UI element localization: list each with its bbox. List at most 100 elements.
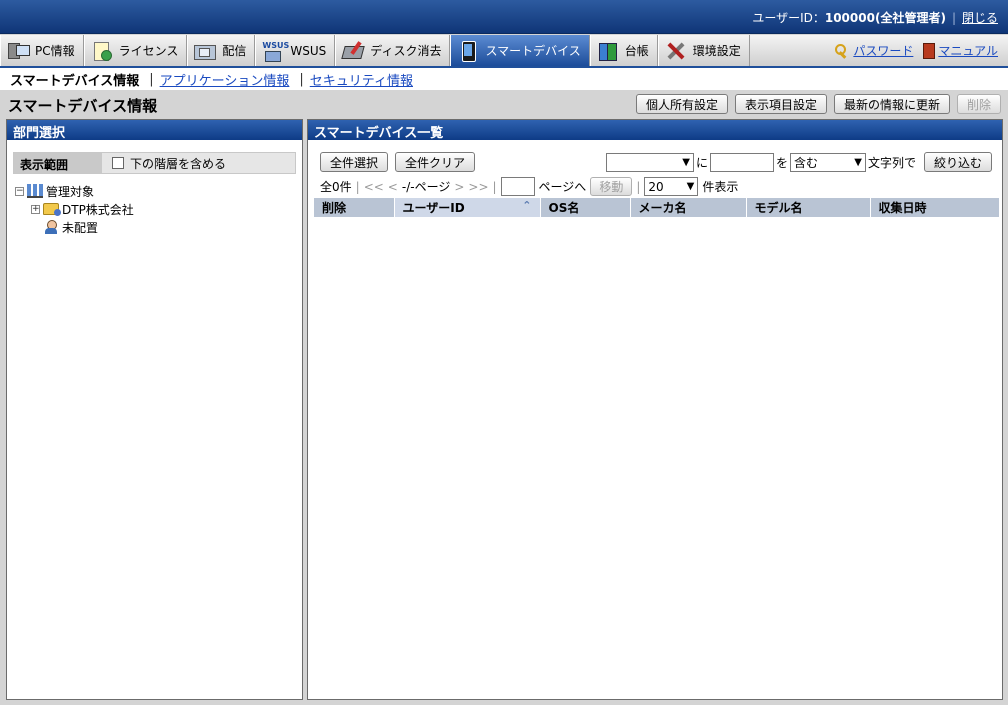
delete-button[interactable]: 削除 [956, 94, 1001, 114]
subnav-divider: | [299, 71, 304, 87]
include-lower-label: 下の階層を含める [130, 156, 227, 171]
folder-icon [43, 203, 61, 216]
tab-label: WSUS [290, 43, 327, 58]
column-maker-name[interactable]: メーカ名 [630, 198, 747, 217]
column-os-name[interactable]: OS名 [540, 198, 631, 217]
department-panel: 部門選択 表示範囲 下の階層を含める − 管理対象 + DTP株式会社 未配置 [6, 119, 303, 700]
move-page-button[interactable]: 移動 [590, 177, 633, 196]
sort-ascending-icon: ⌃ [522, 199, 532, 212]
smart-device-icon [457, 40, 479, 62]
top-header-bar: ユーザーID：100000(全社管理者) | 閉じる [0, 0, 1008, 34]
page-suffix: ページへ [538, 180, 587, 194]
tree-node-root[interactable]: − 管理対象 [15, 182, 302, 200]
page-title: スマートデバイス情報 [8, 97, 158, 115]
unassigned-user-icon [43, 220, 59, 234]
pager-separator: | [492, 179, 497, 194]
department-panel-title: 部門選択 [7, 120, 302, 141]
column-user-id[interactable]: ユーザーID ⌃ [394, 198, 541, 217]
tab-label: ライセンス [118, 44, 179, 58]
chevron-down-icon: ▼ [682, 156, 690, 168]
tab-license[interactable]: ライセンス [83, 35, 188, 66]
tree-node-company[interactable]: + DTP株式会社 [15, 200, 302, 218]
close-link[interactable]: 閉じる [962, 11, 998, 25]
apply-filter-button[interactable]: 絞り込む [923, 152, 992, 172]
filter-match-select[interactable]: 含む ▼ [789, 152, 866, 172]
pager: 全0件 | << < -/-ページ > >> | ページへ 移動 | 20 ▼ … [320, 177, 738, 196]
page-info: -/-ページ [401, 180, 451, 194]
manual-book-icon [923, 42, 936, 59]
tab-distribution[interactable]: 配信 [187, 35, 256, 66]
password-link[interactable]: パスワード [834, 42, 913, 59]
next-page-link[interactable]: > [454, 180, 464, 194]
tab-label: ディスク消去 [370, 44, 442, 58]
tab-wsus[interactable]: WSUS WSUS [255, 35, 336, 66]
manual-link[interactable]: マニュアル [923, 42, 998, 59]
tab-label: PC情報 [35, 44, 75, 58]
last-page-link[interactable]: >> [468, 180, 488, 194]
distribution-icon [194, 41, 217, 61]
refresh-button[interactable]: 最新の情報に更新 [833, 94, 950, 114]
expand-icon[interactable]: + [31, 204, 40, 214]
subnav-security-info[interactable]: セキュリティ情報 [310, 70, 413, 89]
license-icon [91, 41, 113, 61]
total-count: 全0件 [320, 180, 352, 194]
tree-label-unassigned: 未配置 [62, 220, 99, 235]
include-lower-checkbox-row[interactable]: 下の階層を含める [102, 153, 226, 173]
pager-separator: | [355, 179, 360, 194]
organization-icon [27, 184, 43, 198]
ledger-icon [597, 41, 619, 61]
filter-bar: ▼ に を 含む ▼ 文字列で 絞り込む [605, 152, 992, 172]
tab-label: 配信 [222, 44, 247, 58]
tab-disk-erase[interactable]: ディスク消去 [335, 35, 451, 66]
tab-pc-info[interactable]: PC情報 [0, 35, 84, 66]
filter-text-input[interactable] [709, 152, 774, 172]
tree-node-unassigned[interactable]: 未配置 [15, 218, 302, 236]
page-number-input[interactable] [500, 177, 535, 196]
wsus-icon: WSUS [262, 41, 289, 62]
column-user-id-label: ユーザーID [402, 201, 465, 215]
tab-ledger[interactable]: 台帳 [589, 35, 658, 66]
select-all-button[interactable]: 全件選択 [320, 152, 389, 172]
column-delete[interactable]: 削除 [314, 198, 395, 217]
first-page-link[interactable]: << [364, 180, 384, 194]
pc-icon [7, 41, 30, 61]
tab-label: スマートデバイス [485, 44, 581, 58]
display-items-button[interactable]: 表示項目設定 [734, 94, 827, 114]
tab-label: 台帳 [624, 44, 649, 58]
user-info: ユーザーID：100000(全社管理者) | 閉じる [752, 9, 998, 26]
device-list-panel: スマートデバイス一覧 全件選択 全件クリア ▼ に を 含む ▼ 文字列で 絞り… [307, 119, 1003, 700]
subnav-current: スマートデバイス情報 [10, 73, 140, 89]
tab-links: パスワード マニュアル [834, 35, 1008, 66]
scope-row: 表示範囲 下の階層を含める [13, 152, 296, 174]
user-id-value: 100000(全社管理者) [824, 11, 946, 25]
filter-match-value: 含む [793, 155, 818, 170]
selection-toolbar: 全件選択 全件クリア [320, 152, 476, 172]
per-page-value: 20 [648, 179, 664, 194]
personal-ownership-button[interactable]: 個人所有設定 [635, 94, 728, 114]
subnav-divider: | [149, 71, 154, 87]
column-collected-at[interactable]: 収集日時 [870, 198, 1000, 217]
filter-ni-label: に [695, 155, 708, 170]
manual-label: マニュアル [938, 44, 998, 58]
main-tab-bar: PC情報 ライセンス 配信 WSUS WSUS ディスク消去 スマートデバイス 台… [0, 35, 1008, 68]
tab-label: 環境設定 [692, 44, 741, 58]
prev-page-link[interactable]: < [388, 180, 398, 194]
collapse-icon[interactable]: − [15, 186, 24, 196]
settings-tools-icon [665, 41, 687, 61]
filter-field-select[interactable]: ▼ [605, 152, 694, 172]
include-lower-checkbox[interactable] [112, 157, 124, 169]
department-tree: − 管理対象 + DTP株式会社 未配置 [15, 182, 302, 236]
tab-settings[interactable]: 環境設定 [657, 35, 750, 66]
clear-all-button[interactable]: 全件クリア [395, 152, 476, 172]
tab-smart-device[interactable]: スマートデバイス [450, 35, 590, 66]
column-model-name[interactable]: モデル名 [746, 198, 871, 217]
password-label: パスワード [853, 44, 914, 58]
scope-label: 表示範囲 [14, 153, 102, 173]
page-title-bar: スマートデバイス情報 個人所有設定 表示項目設定 最新の情報に更新 削除 [0, 90, 1008, 117]
subnav-app-info[interactable]: アプリケーション情報 [160, 70, 290, 89]
device-table: 削除 ユーザーID ⌃ OS名 メーカ名 モデル名 収集日時 [314, 198, 1000, 217]
filter-wo-label: を [775, 155, 788, 170]
sub-navigation: スマートデバイス情報 | アプリケーション情報 | セキュリティ情報 [0, 68, 1008, 90]
per-page-suffix: 件表示 [702, 180, 739, 194]
per-page-select[interactable]: 20 ▼ [644, 177, 699, 196]
